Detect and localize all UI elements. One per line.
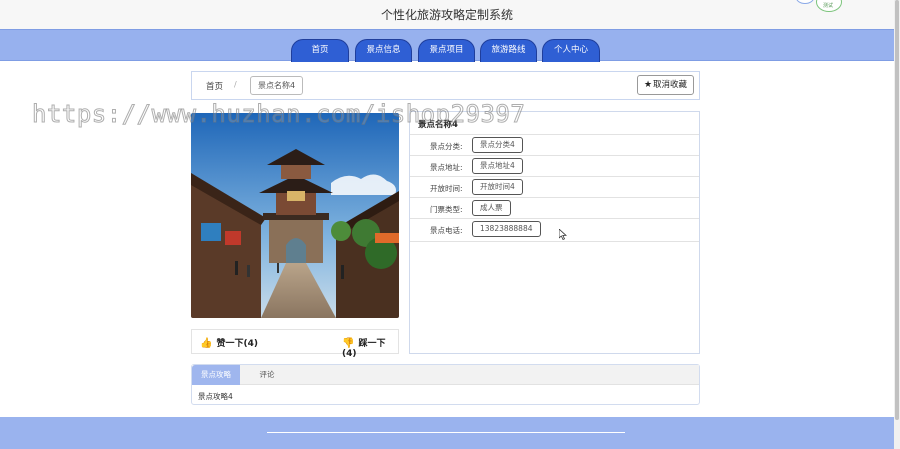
tabs-header: 景点攻略 评论 [192, 365, 699, 385]
thumbs-up-icon: 👍 [200, 338, 213, 349]
category-label: 景点分类: [430, 142, 463, 151]
tab-guide[interactable]: 景点攻略 [192, 365, 240, 385]
nav-tab-home[interactable]: 首页 [291, 39, 349, 62]
unfavorite-button[interactable]: ★取消收藏 [637, 75, 694, 95]
nav-tab-travel-routes[interactable]: 旅游路线 [480, 39, 537, 62]
tab-content: 景点攻略4 [198, 392, 233, 401]
unfavorite-label: 取消收藏 [653, 80, 688, 90]
info-row-address: 景点地址: 景点地址4 [410, 155, 699, 176]
info-row-ticket-type: 门票类型: 成人票 [410, 197, 699, 218]
dislike-button[interactable]: 👎 踩一下(4) [342, 336, 398, 359]
info-row-category: 景点分类: 景点分类4 [410, 134, 699, 155]
category-value: 景点分类4 [472, 137, 523, 153]
site-title: 个性化旅游攻略定制系统 [380, 8, 513, 22]
footer-divider [267, 432, 625, 433]
breadcrumb-current: 景点名称4 [250, 76, 304, 95]
tab-comments[interactable]: 评论 [252, 365, 282, 385]
mouse-cursor-icon [559, 229, 567, 240]
spot-name: 景点名称4 [418, 120, 458, 130]
breadcrumb-separator: / [234, 80, 237, 89]
info-row-phone: 景点电话: 13823888884 [410, 218, 699, 239]
spot-info-panel: 景点名称4 景点分类: 景点分类4 景点地址: 景点地址4 开放时间: 开放时间… [409, 111, 700, 354]
scrollbar-thumb[interactable] [895, 0, 899, 420]
ticket-type-label: 门票类型: [430, 205, 463, 214]
address-label: 景点地址: [430, 163, 463, 172]
main-nav: 首页 景点信息 景点项目 旅游路线 个人中心 [0, 29, 894, 62]
nav-tab-spot-info[interactable]: 景点信息 [355, 39, 412, 62]
test-badge-label: 测试 [823, 3, 834, 9]
breadcrumb: 首页 / 景点名称4 ★取消收藏 [191, 71, 700, 100]
footer [0, 417, 894, 449]
nav-tab-personal-center[interactable]: 个人中心 [542, 39, 600, 62]
vote-bar: 👍 赞一下(4) 👎 踩一下(4) [191, 329, 399, 359]
nav-tab-spot-projects[interactable]: 景点项目 [418, 39, 475, 62]
info-row-open-time: 开放时间: 开放时间4 [410, 176, 699, 197]
like-button[interactable]: 👍 赞一下(4) [200, 336, 258, 349]
detail-tabs: 景点攻略 评论 景点攻略4 [191, 364, 700, 405]
user-avatar[interactable] [796, 0, 814, 4]
address-value: 景点地址4 [472, 158, 523, 174]
star-icon: ★ [643, 80, 653, 90]
thumbs-down-icon: 👎 [342, 338, 355, 349]
open-time-label: 开放时间: [430, 184, 463, 193]
info-divider [410, 241, 699, 242]
spot-photo [191, 113, 399, 318]
phone-value: 13823888884 [472, 221, 541, 237]
like-label: 赞一下(4) [216, 339, 258, 349]
page-scrollbar[interactable] [894, 0, 900, 449]
top-header: 个性化旅游攻略定制系统 测试 [0, 0, 894, 29]
open-time-value: 开放时间4 [472, 179, 523, 195]
ticket-type-value: 成人票 [472, 200, 511, 216]
phone-label: 景点电话: [430, 226, 463, 235]
breadcrumb-home[interactable]: 首页 [206, 80, 223, 92]
